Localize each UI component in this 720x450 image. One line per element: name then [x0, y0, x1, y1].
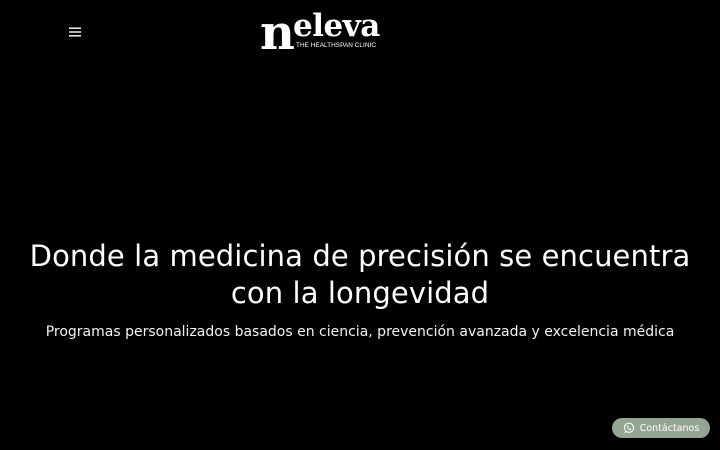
hero-section: Donde la medicina de precisión se encuen…: [0, 238, 720, 342]
site-logo[interactable]: n eleva THE HEALTHSPAN CLINIC: [260, 8, 384, 58]
hero-subtitle: Programas personalizados basados en cien…: [45, 324, 675, 340]
hamburger-menu-icon: [69, 27, 81, 37]
logo-tagline: THE HEALTHSPAN CLINIC: [296, 42, 376, 49]
logo-wordmark: eleva: [293, 8, 380, 44]
hero-title: Donde la medicina de precisión se encuen…: [29, 239, 691, 310]
logo-wordmark-initial: n: [260, 5, 295, 61]
menu-button[interactable]: [62, 19, 88, 45]
contact-button-label: Contáctanos: [639, 422, 700, 434]
contact-button[interactable]: Contáctanos: [612, 418, 710, 438]
whatsapp-icon: [623, 422, 634, 433]
